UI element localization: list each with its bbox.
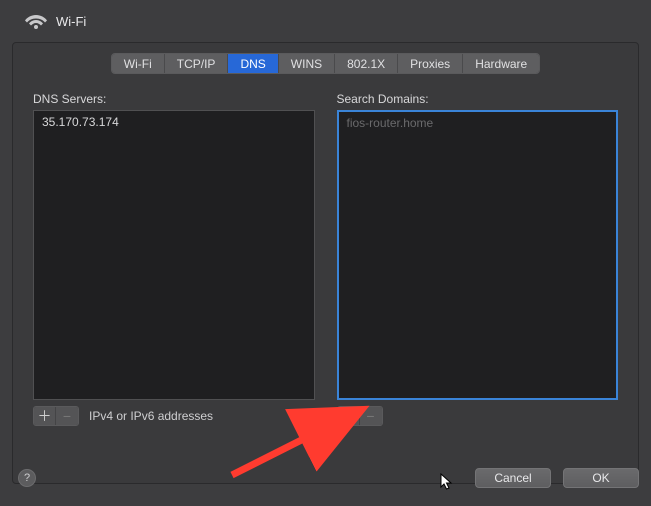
minus-icon: − (366, 409, 374, 423)
plus-icon: ＋ (341, 409, 355, 423)
dns-servers-label: DNS Servers: (33, 92, 315, 106)
search-add-remove: ＋ − (337, 406, 383, 426)
window-title: Wi-Fi (56, 14, 86, 29)
dns-helper-text: IPv4 or IPv6 addresses (89, 409, 213, 423)
search-domains-label: Search Domains: (337, 92, 619, 106)
segmented-tabs: Wi-Fi TCP/IP DNS WINS 802.1X Proxies Har… (111, 53, 540, 74)
tab-row: Wi-Fi TCP/IP DNS WINS 802.1X Proxies Har… (13, 43, 638, 74)
tab-wifi[interactable]: Wi-Fi (112, 54, 165, 73)
list-item[interactable]: 35.170.73.174 (34, 114, 314, 130)
search-domains-column: Search Domains: fios-router.home ＋ − (337, 92, 619, 426)
tab-proxies[interactable]: Proxies (398, 54, 463, 73)
columns: DNS Servers: 35.170.73.174 ＋ − IPv4 or I… (13, 92, 638, 426)
tab-hardware[interactable]: Hardware (463, 54, 539, 73)
content-frame: Wi-Fi TCP/IP DNS WINS 802.1X Proxies Har… (12, 42, 639, 484)
list-item: fios-router.home (339, 115, 617, 131)
footer: ? Cancel OK (0, 468, 639, 488)
tab-tcpip[interactable]: TCP/IP (165, 54, 229, 73)
help-icon: ? (24, 472, 30, 484)
dns-column: DNS Servers: 35.170.73.174 ＋ − IPv4 or I… (33, 92, 315, 426)
search-domains-list[interactable]: fios-router.home (337, 110, 619, 400)
plus-icon: ＋ (38, 409, 52, 423)
dns-servers-list[interactable]: 35.170.73.174 (33, 110, 315, 400)
tab-wins[interactable]: WINS (279, 54, 335, 73)
dns-add-button[interactable]: ＋ (34, 407, 56, 425)
ok-button[interactable]: OK (563, 468, 639, 488)
footer-buttons: Cancel OK (475, 468, 639, 488)
search-add-button[interactable]: ＋ (338, 407, 360, 425)
help-button[interactable]: ? (18, 469, 36, 487)
search-below-row: ＋ − (337, 406, 619, 426)
minus-icon: − (63, 409, 71, 423)
titlebar: Wi-Fi (0, 0, 651, 42)
dns-below-row: ＋ − IPv4 or IPv6 addresses (33, 406, 315, 426)
search-remove-button[interactable]: − (360, 407, 382, 425)
tab-dns[interactable]: DNS (228, 54, 278, 73)
cancel-button[interactable]: Cancel (475, 468, 551, 488)
tab-8021x[interactable]: 802.1X (335, 54, 398, 73)
wifi-icon (24, 12, 46, 30)
dns-add-remove: ＋ − (33, 406, 79, 426)
dns-remove-button[interactable]: − (56, 407, 78, 425)
